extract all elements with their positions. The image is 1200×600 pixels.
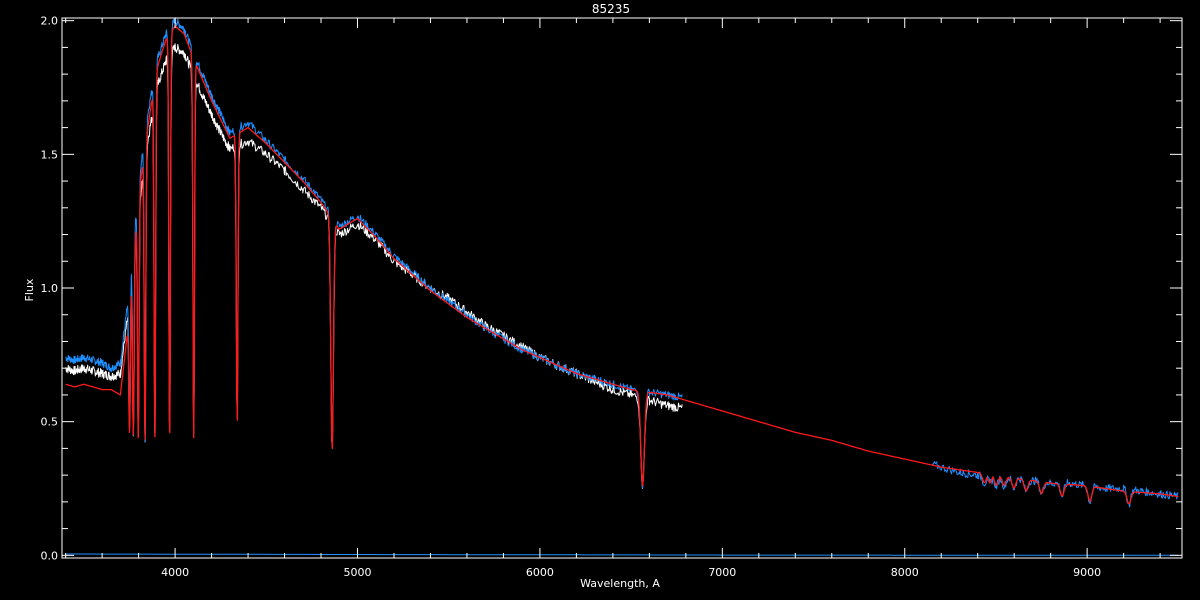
x-tick-label: 8000: [891, 566, 919, 579]
x-tick-label: 5000: [344, 566, 372, 579]
y-tick-label: 1.0: [41, 282, 59, 295]
x-tick-label: 4000: [161, 566, 189, 579]
y-tick-label: 0.5: [41, 416, 59, 429]
spectrum-chart: 4000 5000 6000 7000 8000 90000.00.51.01.52.0 …: [0, 0, 1200, 600]
x-axis-label: Wavelength, A: [580, 577, 660, 590]
chart-title: 85235: [592, 2, 630, 16]
x-tick-label: 9000: [1073, 566, 1101, 579]
x-tick-label: 6000: [526, 566, 554, 579]
y-tick-label: 0.0: [41, 549, 59, 562]
y-tick-label: 2.0: [41, 15, 59, 28]
x-tick-label: 7000: [708, 566, 736, 579]
y-axis-label: Flux: [23, 278, 36, 301]
y-tick-label: 1.5: [41, 148, 59, 161]
chart-background: [0, 0, 1200, 600]
